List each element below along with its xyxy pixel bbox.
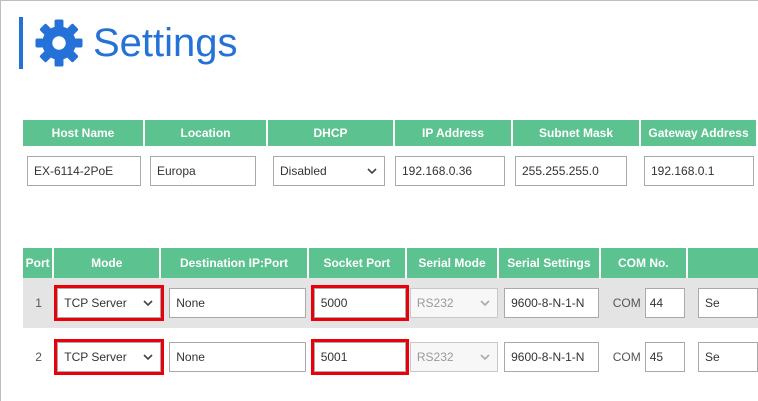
dhcp-select[interactable]: Disabled — [273, 156, 385, 186]
gateway-field[interactable]: 192.168.0.1 — [644, 156, 754, 186]
chevron-down-icon — [367, 168, 377, 175]
serial-mode-value: RS232 — [416, 350, 454, 364]
serial-mode-select[interactable]: RS232 — [409, 342, 498, 372]
socket-port-field[interactable]: 5000 — [310, 285, 409, 321]
header-subnet-mask: Subnet Mask — [513, 120, 641, 146]
extra-select[interactable]: Se — [697, 342, 758, 372]
header-extra — [687, 248, 758, 278]
header-com-no: COM No. — [600, 248, 688, 278]
serial-mode-select[interactable]: RS232 — [409, 288, 498, 318]
dhcp-select-value: Disabled — [280, 164, 327, 178]
serial-settings-field[interactable]: 9600-8-N-1-N — [504, 342, 600, 372]
destination-field[interactable]: None — [169, 342, 307, 372]
table-row: 1 TCP Server None 5000 RS232 9600-8-N-1-… — [23, 278, 758, 328]
chevron-down-icon — [143, 300, 153, 307]
mode-select[interactable]: TCP Server — [54, 339, 165, 375]
port-number: 2 — [35, 350, 42, 364]
com-number-group: COM 44 — [613, 288, 688, 318]
table-row: 2 TCP Server None 5001 RS232 9600-8-N-1-… — [23, 339, 758, 375]
title-accent-bar — [19, 17, 23, 69]
mode-select-value: TCP Server — [64, 350, 127, 364]
page-title: Settings — [93, 21, 238, 65]
page-header: Settings — [19, 14, 238, 72]
location-field[interactable]: Europa — [150, 156, 256, 186]
header-host-name: Host Name — [23, 120, 145, 146]
com-number-field[interactable]: 45 — [644, 342, 685, 372]
ip-address-field[interactable]: 192.168.0.36 — [395, 156, 505, 186]
chevron-down-icon — [143, 354, 153, 361]
port-number: 1 — [35, 296, 42, 310]
header-mode: Mode — [54, 248, 162, 278]
header-port: Port — [23, 248, 55, 278]
header-socket-port: Socket Port — [308, 248, 407, 278]
com-number-field[interactable]: 44 — [644, 288, 685, 318]
frame-left-border — [0, 0, 1, 401]
subnet-mask-field[interactable]: 255.255.255.0 — [515, 156, 627, 186]
com-prefix: COM — [612, 350, 641, 364]
chevron-down-icon — [480, 354, 490, 361]
serial-mode-value: RS232 — [416, 296, 454, 310]
header-dhcp: DHCP — [268, 120, 395, 146]
extra-select[interactable]: Se — [697, 288, 758, 318]
destination-field[interactable]: None — [169, 288, 307, 318]
chevron-down-icon — [480, 300, 490, 307]
host-name-field[interactable]: EX-6114-2PoE — [27, 156, 141, 186]
header-serial-mode: Serial Mode — [406, 248, 500, 278]
serial-settings-field[interactable]: 9600-8-N-1-N — [504, 288, 600, 318]
header-destination: Destination IP:Port — [161, 248, 309, 278]
socket-port-field[interactable]: 5001 — [310, 339, 409, 375]
port-settings-table: Port Mode Destination IP:Port Socket Por… — [23, 248, 758, 375]
network-settings-table: Host Name Location DHCP IP Address Subne… — [23, 120, 758, 196]
header-location: Location — [145, 120, 268, 146]
com-prefix: COM — [612, 296, 641, 310]
header-serial-settings: Serial Settings — [499, 248, 601, 278]
header-gateway-address: Gateway Address — [641, 120, 758, 146]
gear-icon — [35, 19, 83, 67]
frame-top-border — [0, 0, 758, 1]
mode-select-value: TCP Server — [64, 296, 127, 310]
header-ip-address: IP Address — [395, 120, 513, 146]
com-number-group: COM 45 — [613, 342, 688, 372]
mode-select[interactable]: TCP Server — [54, 285, 165, 321]
